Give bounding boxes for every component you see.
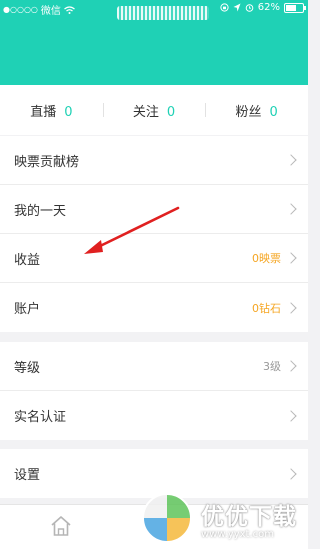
menu-item-label: 账户 xyxy=(14,302,41,317)
wifi-icon xyxy=(64,5,75,14)
stat-label: 粉丝 xyxy=(235,104,262,120)
signal-icon: ●○○○○ xyxy=(3,5,38,14)
menu-item-label: 映票贡献榜 xyxy=(14,154,80,170)
menu-item-value: 3级 xyxy=(263,360,281,373)
menu-group-main: 映票贡献榜 我的一天 收益 0映票 账户 0钻石 xyxy=(0,136,308,332)
battery-percent: 62% xyxy=(257,2,280,13)
stat-following[interactable]: 关注 0 xyxy=(102,101,206,120)
menu-item-value: 0钻石 xyxy=(252,301,281,315)
chevron-right-icon xyxy=(285,301,297,314)
menu-item-label: 等级 xyxy=(14,360,41,376)
watermark-logo-icon xyxy=(142,493,192,543)
chevron-right-icon xyxy=(285,252,297,264)
menu-item-value: 0映票 xyxy=(252,252,281,265)
menu-item-earnings[interactable]: 收益 0映票 xyxy=(0,234,308,283)
menu-item-label: 设置 xyxy=(14,468,41,483)
menu-item-label: 收益 xyxy=(14,252,41,268)
chevron-right-icon xyxy=(285,409,297,422)
alarm-icon xyxy=(245,4,254,12)
watermark-title: 优优下载 xyxy=(201,503,297,530)
menu-item-my-day[interactable]: 我的一天 xyxy=(0,185,308,234)
battery-icon xyxy=(284,2,306,13)
stat-label: 关注 xyxy=(132,104,159,120)
menu-item-real-name-verification[interactable]: 实名认证 xyxy=(0,391,308,440)
stat-count: 0 xyxy=(64,104,73,120)
chevron-right-icon xyxy=(285,360,297,372)
chevron-right-icon xyxy=(285,467,297,480)
location-icon xyxy=(233,3,241,12)
chevron-right-icon xyxy=(285,154,297,166)
menu-group-profile: 等级 3级 实名认证 xyxy=(0,342,308,440)
home-icon[interactable] xyxy=(49,514,73,538)
stat-fans[interactable]: 粉丝 0 xyxy=(205,101,308,120)
stat-live[interactable]: 直播 0 xyxy=(0,101,103,120)
watermark-url: www.yyxt.com xyxy=(201,528,275,540)
profile-header: ●○○○○ 微信 62% xyxy=(0,0,308,85)
menu-item-contribution-ranking[interactable]: 映票贡献榜 xyxy=(0,136,308,185)
username-obscured xyxy=(117,6,209,20)
stat-count: 0 xyxy=(166,104,176,120)
menu-item-label: 实名认证 xyxy=(14,410,67,425)
stats-row: 直播 0 关注 0 粉丝 0 xyxy=(0,85,308,135)
menu-item-label: 我的一天 xyxy=(14,203,67,219)
chevron-right-icon xyxy=(285,203,297,215)
stat-count: 0 xyxy=(269,104,278,120)
site-watermark: 优优下载 www.yyxt.com xyxy=(139,488,306,548)
carrier-label: 微信 xyxy=(40,6,61,17)
menu-item-account[interactable]: 账户 0钻石 xyxy=(0,283,308,332)
menu-item-level[interactable]: 等级 3级 xyxy=(0,342,308,391)
stat-label: 直播 xyxy=(30,104,57,120)
lock-rotation-icon xyxy=(220,3,229,12)
